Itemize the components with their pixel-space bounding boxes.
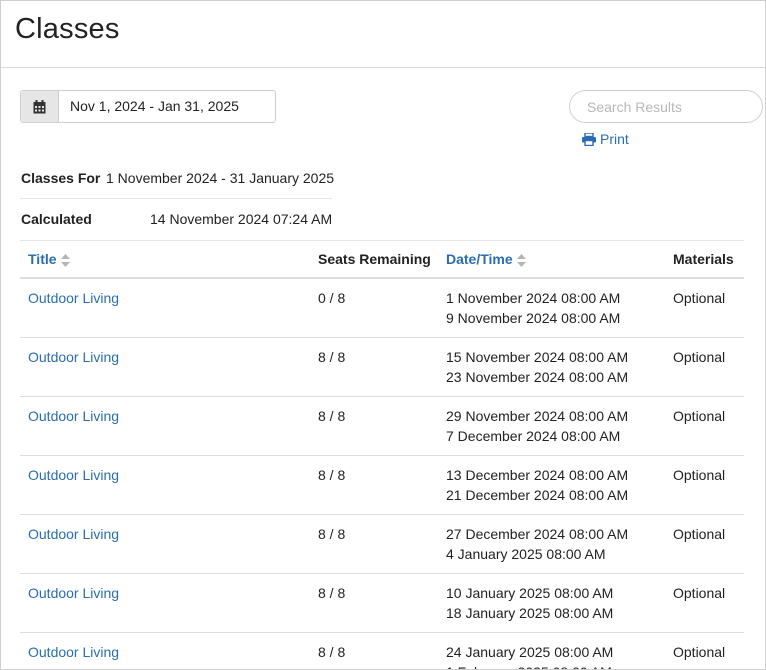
materials: Optional (665, 396, 744, 456)
classes-for-label: Classes For (21, 170, 101, 186)
class-title-link[interactable]: Outdoor Living (28, 644, 119, 660)
seats-remaining: 0 / 8 (310, 278, 438, 338)
page-title: Classes (15, 13, 120, 45)
column-header-datetime-label[interactable]: Date/Time (446, 251, 513, 267)
table-row: Outdoor Living 8 / 8 10 January 2025 08:… (20, 573, 744, 633)
calculated-value: 14 November 2024 07:24 AM (150, 211, 333, 227)
seats-remaining: 8 / 8 (310, 573, 438, 633)
page-header: Classes (1, 1, 765, 68)
seats-remaining: 8 / 8 (310, 632, 438, 669)
seats-remaining: 8 / 8 (310, 337, 438, 397)
divider (20, 198, 332, 199)
materials: Optional (665, 455, 744, 515)
materials: Optional (665, 337, 744, 397)
classes-panel: Classes Nov 1, 2024 - Jan 31, 2025 Pri (0, 0, 766, 670)
printer-icon (582, 132, 596, 146)
materials: Optional (665, 278, 744, 338)
end-datetime: 21 December 2024 08:00 AM (446, 487, 629, 503)
date-time-cell: 29 November 2024 08:00 AM 7 December 2024… (438, 396, 665, 456)
class-title-link[interactable]: Outdoor Living (28, 526, 119, 542)
search-input[interactable] (569, 90, 763, 123)
table-row: Outdoor Living 0 / 8 1 November 2024 08:… (20, 278, 744, 338)
table-header-row: Title Seats Remaining Date/Time Material… (20, 240, 744, 279)
seats-remaining: 8 / 8 (310, 514, 438, 574)
end-datetime: 9 November 2024 08:00 AM (446, 310, 621, 326)
column-header-datetime[interactable]: Date/Time (438, 240, 665, 279)
materials: Optional (665, 632, 744, 669)
sort-icon[interactable] (516, 253, 526, 267)
date-time-cell: 1 November 2024 08:00 AM 9 November 2024 … (438, 278, 665, 338)
calculated-label: Calculated (21, 211, 92, 227)
class-title-link[interactable]: Outdoor Living (28, 585, 119, 601)
start-datetime: 29 November 2024 08:00 AM (446, 408, 629, 424)
seats-remaining: 8 / 8 (310, 455, 438, 515)
date-time-cell: 15 November 2024 08:00 AM 23 November 202… (438, 337, 665, 397)
date-range-picker[interactable]: Nov 1, 2024 - Jan 31, 2025 (20, 90, 276, 123)
materials: Optional (665, 573, 744, 633)
column-header-materials: Materials (665, 240, 744, 279)
table-row: Outdoor Living 8 / 8 29 November 2024 08… (20, 396, 744, 456)
date-time-cell: 27 December 2024 08:00 AM 4 January 2025 … (438, 514, 665, 574)
classes-table: Title Seats Remaining Date/Time Material… (20, 240, 744, 669)
date-range-value[interactable]: Nov 1, 2024 - Jan 31, 2025 (59, 91, 239, 122)
start-datetime: 10 January 2025 08:00 AM (446, 585, 614, 601)
seats-remaining: 8 / 8 (310, 396, 438, 456)
table-row: Outdoor Living 8 / 8 13 December 2024 08… (20, 455, 744, 515)
print-link[interactable]: Print (582, 131, 629, 147)
table-row: Outdoor Living 8 / 8 15 November 2024 08… (20, 337, 744, 397)
start-datetime: 13 December 2024 08:00 AM (446, 467, 629, 483)
column-header-seats: Seats Remaining (310, 240, 438, 279)
end-datetime: 7 December 2024 08:00 AM (446, 428, 621, 444)
class-title-link[interactable]: Outdoor Living (28, 290, 119, 306)
print-label[interactable]: Print (600, 131, 629, 147)
date-time-cell: 13 December 2024 08:00 AM 21 December 202… (438, 455, 665, 515)
column-header-title-label[interactable]: Title (28, 251, 57, 267)
calendar-icon (33, 99, 46, 113)
class-title-link[interactable]: Outdoor Living (28, 467, 119, 483)
date-time-cell: 10 January 2025 08:00 AM 18 January 2025 … (438, 573, 665, 633)
end-datetime: 23 November 2024 08:00 AM (446, 369, 629, 385)
start-datetime: 15 November 2024 08:00 AM (446, 349, 629, 365)
start-datetime: 1 November 2024 08:00 AM (446, 290, 621, 306)
calendar-button[interactable] (21, 91, 59, 122)
date-time-cell: 24 January 2025 08:00 AM 1 February 2025 … (438, 632, 665, 669)
class-title-link[interactable]: Outdoor Living (28, 408, 119, 424)
start-datetime: 24 January 2025 08:00 AM (446, 644, 614, 660)
end-datetime: 4 January 2025 08:00 AM (446, 546, 606, 562)
class-title-link[interactable]: Outdoor Living (28, 349, 119, 365)
table-row: Outdoor Living 8 / 8 27 December 2024 08… (20, 514, 744, 574)
end-datetime: 1 February 2025 08:00 AM (446, 662, 665, 669)
sort-icon[interactable] (60, 253, 70, 267)
column-header-title[interactable]: Title (20, 240, 310, 279)
classes-for-value: 1 November 2024 - 31 January 2025 (106, 170, 335, 186)
start-datetime: 27 December 2024 08:00 AM (446, 526, 629, 542)
materials: Optional (665, 514, 744, 574)
table-row: Outdoor Living 8 / 8 24 January 2025 08:… (20, 632, 744, 669)
end-datetime: 18 January 2025 08:00 AM (446, 605, 614, 621)
